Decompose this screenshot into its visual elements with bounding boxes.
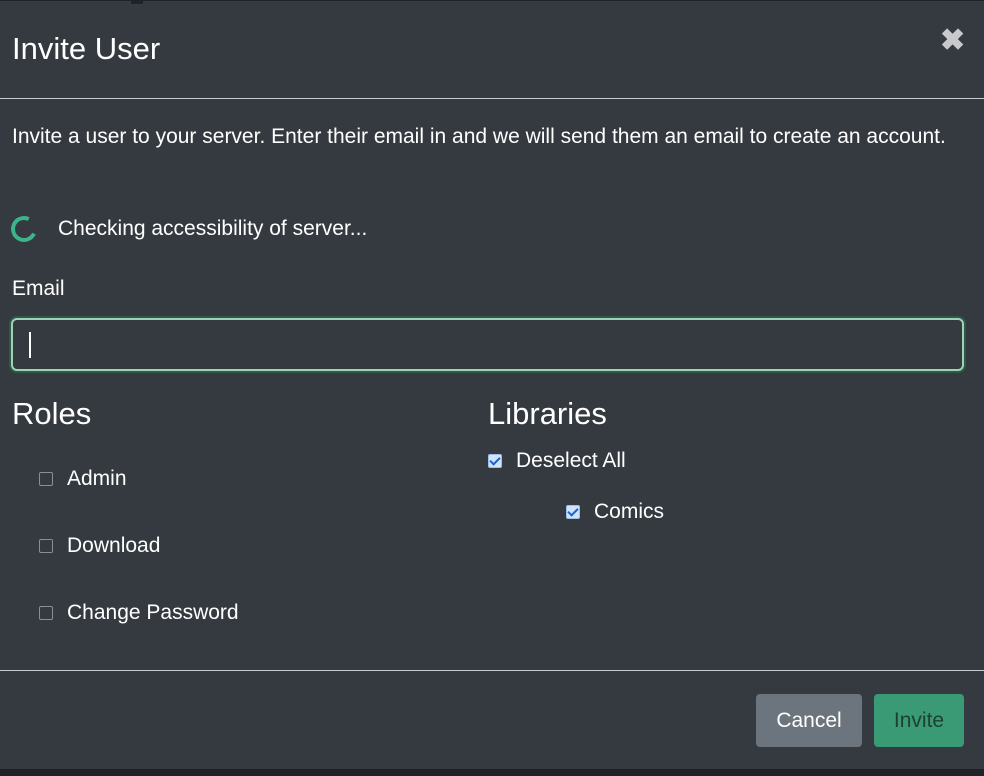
email-label: Email bbox=[12, 277, 65, 300]
spinner-icon bbox=[7, 212, 41, 246]
library-comics-checkbox[interactable]: Comics bbox=[566, 499, 664, 525]
checkbox-checked[interactable] bbox=[566, 505, 580, 519]
checkbox-checked[interactable] bbox=[488, 454, 502, 468]
checkbox-unchecked[interactable] bbox=[39, 472, 53, 486]
dialog-header: Invite User ✖ bbox=[0, 1, 984, 99]
status-text: Checking accessibility of server... bbox=[58, 217, 368, 240]
role-label: Admin bbox=[67, 467, 127, 490]
server-check-status: Checking accessibility of server... bbox=[7, 212, 368, 246]
role-change-password-checkbox[interactable]: Change Password bbox=[39, 600, 239, 626]
invite-user-dialog: Invite User ✖ Invite a user to your serv… bbox=[0, 0, 984, 769]
roles-heading: Roles bbox=[12, 396, 92, 431]
deselect-all-checkbox[interactable]: Deselect All bbox=[488, 448, 626, 474]
deselect-all-label: Deselect All bbox=[516, 449, 626, 472]
invite-button[interactable]: Invite bbox=[874, 694, 964, 747]
intro-text: Invite a user to your server. Enter thei… bbox=[12, 125, 946, 148]
checkbox-unchecked[interactable] bbox=[39, 539, 53, 553]
email-field[interactable] bbox=[11, 318, 964, 371]
role-admin-checkbox[interactable]: Admin bbox=[39, 466, 127, 492]
cancel-button[interactable]: Cancel bbox=[756, 694, 862, 747]
role-label: Change Password bbox=[67, 601, 239, 624]
dialog-footer: Cancel Invite bbox=[0, 670, 984, 770]
libraries-heading: Libraries bbox=[488, 396, 607, 431]
library-label: Comics bbox=[594, 500, 665, 523]
checkbox-unchecked[interactable] bbox=[39, 606, 53, 620]
role-download-checkbox[interactable]: Download bbox=[39, 533, 160, 559]
dialog-title: Invite User bbox=[12, 31, 161, 66]
text-caret bbox=[29, 332, 31, 358]
close-icon[interactable]: ✖ bbox=[940, 26, 965, 56]
dialog-body: Invite a user to your server. Enter thei… bbox=[0, 100, 984, 670]
role-label: Download bbox=[67, 534, 161, 557]
